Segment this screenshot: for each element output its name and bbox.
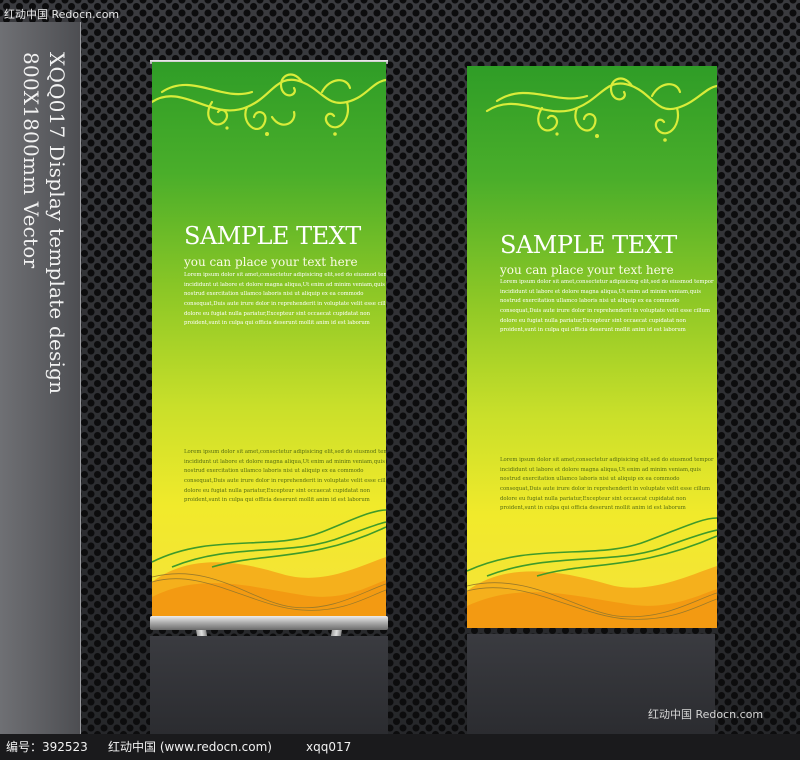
- body-line: incididunt ut labore et dolore magna ali…: [500, 466, 701, 473]
- footer-site-link[interactable]: 红动中国 (www.redocn.com): [108, 734, 272, 760]
- banner-title: SAMPLE TEXT: [500, 231, 677, 259]
- body-line: nostrud exercitation ullamco laboris nis…: [184, 291, 364, 298]
- body-line: dolore eu fugiat nulla pariatur,Excepteu…: [184, 310, 370, 317]
- body-line: consequat,Duis aute irure dolor in repre…: [500, 486, 711, 493]
- body-line: nostrud exercitation ullamco laboris nis…: [184, 468, 364, 475]
- body-line: Lorem ipsum dolor sit amet,consectetur a…: [184, 272, 386, 278]
- body-line: nostrud exercitation ullamco laboris nis…: [500, 476, 680, 483]
- body-line: Lorem ipsum dolor sit amet,consectetur a…: [500, 279, 714, 285]
- body-line: proident,sunt in culpa qui officia deser…: [500, 327, 686, 334]
- stand-base-bar: [150, 616, 388, 630]
- body-line: proident,sunt in culpa qui officia deser…: [184, 497, 370, 504]
- body-line: nostrud exercitation ullamco laboris nis…: [500, 298, 680, 305]
- banner-body-text-lower: Lorem ipsum dolor sit amet,consectetur a…: [184, 448, 386, 506]
- swirl-ornament: [485, 77, 717, 135]
- body-line: proident,sunt in culpa qui officia deser…: [500, 505, 686, 512]
- banner-subtitle: you can place your text here: [500, 263, 674, 277]
- body-line: proident,sunt in culpa qui officia deser…: [184, 320, 370, 327]
- footer-code: xqq017: [306, 740, 352, 754]
- body-line: dolore eu fugiat nulla pariatur,Excepteu…: [500, 317, 686, 324]
- banner-body-text: Lorem ipsum dolor sit amet,consectetur a…: [500, 278, 714, 336]
- banner-body-text: Lorem ipsum dolor sit amet,consectetur a…: [184, 271, 386, 329]
- body-line: dolore eu fugiat nulla pariatur,Excepteu…: [184, 487, 370, 494]
- body-line: consequat,Duis aute irure dolor in repre…: [184, 301, 386, 308]
- footer-id: 编号：392523: [6, 740, 88, 754]
- watermark-bottom: 红动中国 Redocn.com: [648, 708, 764, 721]
- side-text-line1: XQQ017 Display template design: [45, 52, 69, 395]
- body-line: dolore eu fugiat nulla pariatur,Excepteu…: [500, 495, 686, 502]
- body-line: incididunt ut labore et dolore magna ali…: [500, 288, 701, 295]
- watermark-top: 红动中国 Redocn.com: [4, 8, 120, 21]
- body-line: incididunt ut labore et dolore magna ali…: [184, 281, 385, 288]
- background-canvas: 红动中国 Redocn.com XQQ017 Display template …: [0, 0, 800, 734]
- green-lines: [467, 517, 717, 577]
- banner-right: SAMPLE TEXT you can place your text here…: [467, 66, 717, 628]
- body-line: Lorem ipsum dolor sit amet,consectetur a…: [500, 457, 714, 463]
- body-line: consequat,Duis aute irure dolor in repre…: [184, 478, 386, 485]
- body-line: incididunt ut labore et dolore magna ali…: [184, 458, 385, 465]
- banner-body-text-lower: Lorem ipsum dolor sit amet,consectetur a…: [500, 456, 714, 514]
- side-vertical-text: XQQ017 Display template design 800X1800m…: [18, 52, 70, 394]
- body-line: Lorem ipsum dolor sit amet,consectetur a…: [184, 449, 386, 455]
- stand-floor-shadow: [150, 636, 388, 734]
- green-lines: [152, 509, 386, 568]
- banner-decoration: [467, 77, 717, 628]
- body-line: consequat,Duis aute irure dolor in repre…: [500, 308, 711, 315]
- banner-subtitle: you can place your text here: [184, 255, 358, 269]
- footer-bar: 编号：392523 红动中国 (www.redocn.com) xqq017: [0, 734, 800, 760]
- swirl-dots: [225, 126, 337, 136]
- swirl-ornament: [152, 73, 386, 131]
- banner-left: SAMPLE TEXT you can place your text here…: [152, 62, 386, 617]
- banner-decoration: [152, 73, 386, 617]
- side-text-line2: 800X1800mm Vector: [19, 52, 43, 269]
- banner-title: SAMPLE TEXT: [184, 222, 361, 250]
- swirl-dots: [555, 132, 667, 142]
- side-panel: XQQ017 Display template design 800X1800m…: [0, 22, 81, 734]
